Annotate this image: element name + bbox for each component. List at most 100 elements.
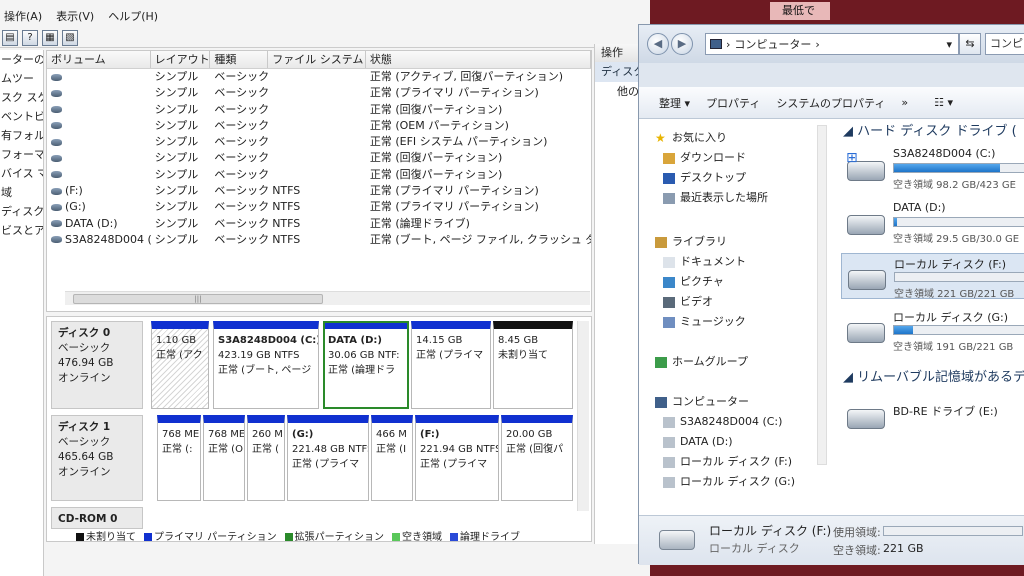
scrollbar-thumb[interactable]: |||: [73, 294, 323, 304]
forward-button[interactable]: ▶: [671, 33, 693, 55]
organize-button[interactable]: 整理 ▾: [659, 95, 690, 111]
volume-row[interactable]: シンプル ベーシック 正常 (OEM パーティション): [47, 118, 591, 134]
volume-row[interactable]: シンプル ベーシック 正常 (回復パーティション): [47, 102, 591, 118]
nav-item[interactable]: ミュージック: [663, 313, 746, 331]
volume-file-system: [268, 102, 366, 118]
tree-item[interactable]: バイス マ: [0, 164, 43, 183]
tree-item[interactable]: ビスとア: [0, 221, 43, 240]
group-removable-storage[interactable]: ◢ リムーバブル記憶域があるデ: [843, 369, 1024, 387]
tree-item[interactable]: ーターの: [0, 50, 43, 69]
column-volume[interactable]: ボリューム: [47, 51, 151, 68]
breadcrumb-computer[interactable]: コンピューター: [734, 36, 811, 52]
menu-view[interactable]: 表示(V): [56, 8, 94, 24]
bd-drive-item[interactable]: BD-RE ドライブ (E:): [841, 393, 1024, 439]
partition-block[interactable]: 20.00 GB 正常 (回復パ: [501, 415, 573, 501]
partition-block[interactable]: (G:) 221.48 GB NTFS 正常 (プライマ: [287, 415, 369, 501]
address-dropdown-icon[interactable]: ▾: [946, 38, 952, 51]
address-bar[interactable]: › コンピューター › ▾: [705, 33, 959, 55]
drive-free-space: 空き領域 221 GB/221 GB: [894, 289, 1015, 300]
volume-row[interactable]: シンプル ベーシック 正常 (回復パーティション): [47, 150, 591, 166]
tree-item[interactable]: ベントビ: [0, 107, 43, 126]
partition-block[interactable]: 768 ME 正常 (:: [157, 415, 201, 501]
disk-0-label[interactable]: ディスク 0 ベーシック 476.94 GB オンライン: [51, 321, 143, 409]
tree-item[interactable]: スク スケ: [0, 88, 43, 107]
search-input[interactable]: コンピ: [985, 33, 1024, 55]
hard-drive-icon: [848, 270, 886, 290]
partition-block[interactable]: 768 ME 正常 (O: [203, 415, 245, 501]
group-hard-disk-drives[interactable]: ◢ ハード ディスク ドライブ (: [843, 123, 1017, 141]
bd-drive-name: BD-RE ドライブ (E:): [893, 405, 998, 418]
nav-item-label: S3A8248D004 (C:): [680, 415, 783, 428]
disk-1-label[interactable]: ディスク 1 ベーシック 465.64 GB オンライン: [51, 415, 143, 501]
disk-0-state: オンライン: [58, 372, 111, 384]
partition-block[interactable]: 466 M 正常 (I: [371, 415, 413, 501]
partition-block[interactable]: 8.45 GB 未割り当て: [493, 321, 573, 409]
tree-item[interactable]: ディスクの: [0, 202, 43, 221]
partition-block[interactable]: S3A8248D004 (C:) 423.19 GB NTFS 正常 (ブート, ペ…: [213, 321, 319, 409]
volume-row[interactable]: シンプル ベーシック 正常 (プライマリ パーティション): [47, 85, 591, 101]
partition-block[interactable]: DATA (D:) 30.06 GB NTF: 正常 (論理ドラ: [323, 321, 409, 409]
drive-item[interactable]: S3A8248D004 (C:) 空き領域 98.2 GB/423 GE: [841, 145, 1024, 191]
partition-block[interactable]: 260 M 正常 (: [247, 415, 285, 501]
partition-block[interactable]: 1.10 GB 正常 (アク: [151, 321, 209, 409]
navigation-scrollbar[interactable]: [817, 125, 827, 465]
drive-item[interactable]: ローカル ディスク (F:) 空き領域 221 GB/221 GB: [841, 253, 1024, 300]
volume-row[interactable]: (G:) シンプル ベーシック NTFS 正常 (プライマリ パーティション): [47, 199, 591, 215]
tree-item[interactable]: ムツー: [0, 69, 43, 88]
more-commands-button[interactable]: »: [901, 96, 908, 109]
menu-help[interactable]: ヘルプ(H): [108, 8, 158, 24]
properties-icon[interactable]: ▦: [42, 29, 58, 46]
nav-item[interactable]: ローカル ディスク (F:): [663, 453, 792, 471]
export-icon[interactable]: ▧: [62, 29, 78, 46]
group-removable-label: リムーバブル記憶域があるデ: [857, 370, 1024, 385]
volume-row[interactable]: S3A8248D004 (C:)シンプル ベーシックNTFS 正常 (ブート, ペー…: [47, 232, 591, 248]
nav-item[interactable]: コンピューター: [655, 393, 749, 411]
cdrom-label[interactable]: CD-ROM 0: [51, 507, 143, 529]
volume-row[interactable]: シンプル ベーシック 正常 (EFI システム パーティション): [47, 134, 591, 150]
tree-item[interactable]: 域: [0, 183, 43, 202]
nav-item[interactable]: デスクトップ: [663, 169, 746, 187]
nav-item[interactable]: ビデオ: [663, 293, 713, 311]
horizontal-scrollbar[interactable]: |||: [65, 291, 590, 305]
nav-item[interactable]: DATA (D:): [663, 433, 733, 451]
volume-row[interactable]: (F:) シンプル ベーシック NTFS 正常 (プライマリ パーティション): [47, 183, 591, 199]
collapse-icon[interactable]: ◢: [843, 124, 857, 139]
volume-row[interactable]: シンプル ベーシック 正常 (回復パーティション): [47, 167, 591, 183]
volume-status: 正常 (回復パーティション): [369, 167, 503, 181]
column-layout[interactable]: レイアウト: [151, 51, 211, 68]
column-status[interactable]: 状態: [366, 51, 591, 68]
help-icon[interactable]: ?: [22, 29, 38, 46]
properties-button[interactable]: プロパティ: [706, 95, 760, 111]
drive-item[interactable]: DATA (D:) 空き領域 29.5 GB/30.0 GE: [841, 199, 1024, 245]
tree-item[interactable]: フォーマ: [0, 145, 43, 164]
view-options-icon[interactable]: ☷ ▾: [934, 96, 953, 109]
vertical-scrollbar[interactable]: [577, 321, 589, 511]
back-button[interactable]: ◀: [647, 33, 669, 55]
nav-item[interactable]: ローカル ディスク (G:): [663, 473, 795, 491]
nav-item[interactable]: ダウンロード: [663, 149, 746, 167]
nav-item[interactable]: ★ お気に入り: [655, 129, 727, 147]
nav-item[interactable]: ライブラリ: [655, 233, 727, 251]
column-file-system[interactable]: ファイル システム: [268, 51, 366, 68]
nav-item[interactable]: ピクチャ: [663, 273, 724, 291]
column-type[interactable]: 種類: [210, 51, 269, 68]
volume-row[interactable]: DATA (D:) シンプル ベーシック NTFS 正常 (論理ドライブ): [47, 216, 591, 232]
drive-icon: [663, 436, 675, 448]
nav-item[interactable]: ホームグループ: [655, 353, 748, 371]
partition-block[interactable]: (F:) 221.94 GB NTFS 正常 (プライマ: [415, 415, 499, 501]
nav-item[interactable]: 最近表示した場所: [663, 189, 768, 207]
nav-item[interactable]: S3A8248D004 (C:): [663, 413, 782, 431]
volume-type: ベーシック: [214, 118, 269, 132]
partition-block[interactable]: 14.15 GB 正常 (プライマ: [411, 321, 491, 409]
volume-row[interactable]: シンプル ベーシック 正常 (アクティブ, 回復パーティション): [47, 69, 591, 85]
volume-type: ベーシック: [214, 151, 269, 165]
system-properties-button[interactable]: システムのプロパティ: [776, 95, 885, 111]
collapse-icon[interactable]: ◢: [843, 370, 857, 385]
console-tree-icon[interactable]: ▤: [2, 29, 18, 46]
drive-item[interactable]: ローカル ディスク (G:) 空き領域 191 GB/221 GB: [841, 307, 1024, 353]
nav-item[interactable]: ドキュメント: [663, 253, 746, 271]
tree-item[interactable]: 有フォル: [0, 126, 43, 145]
menu-action[interactable]: 操作(A): [4, 8, 42, 24]
refresh-button[interactable]: ⇆: [959, 33, 981, 55]
volume-name-cell: [47, 167, 151, 183]
